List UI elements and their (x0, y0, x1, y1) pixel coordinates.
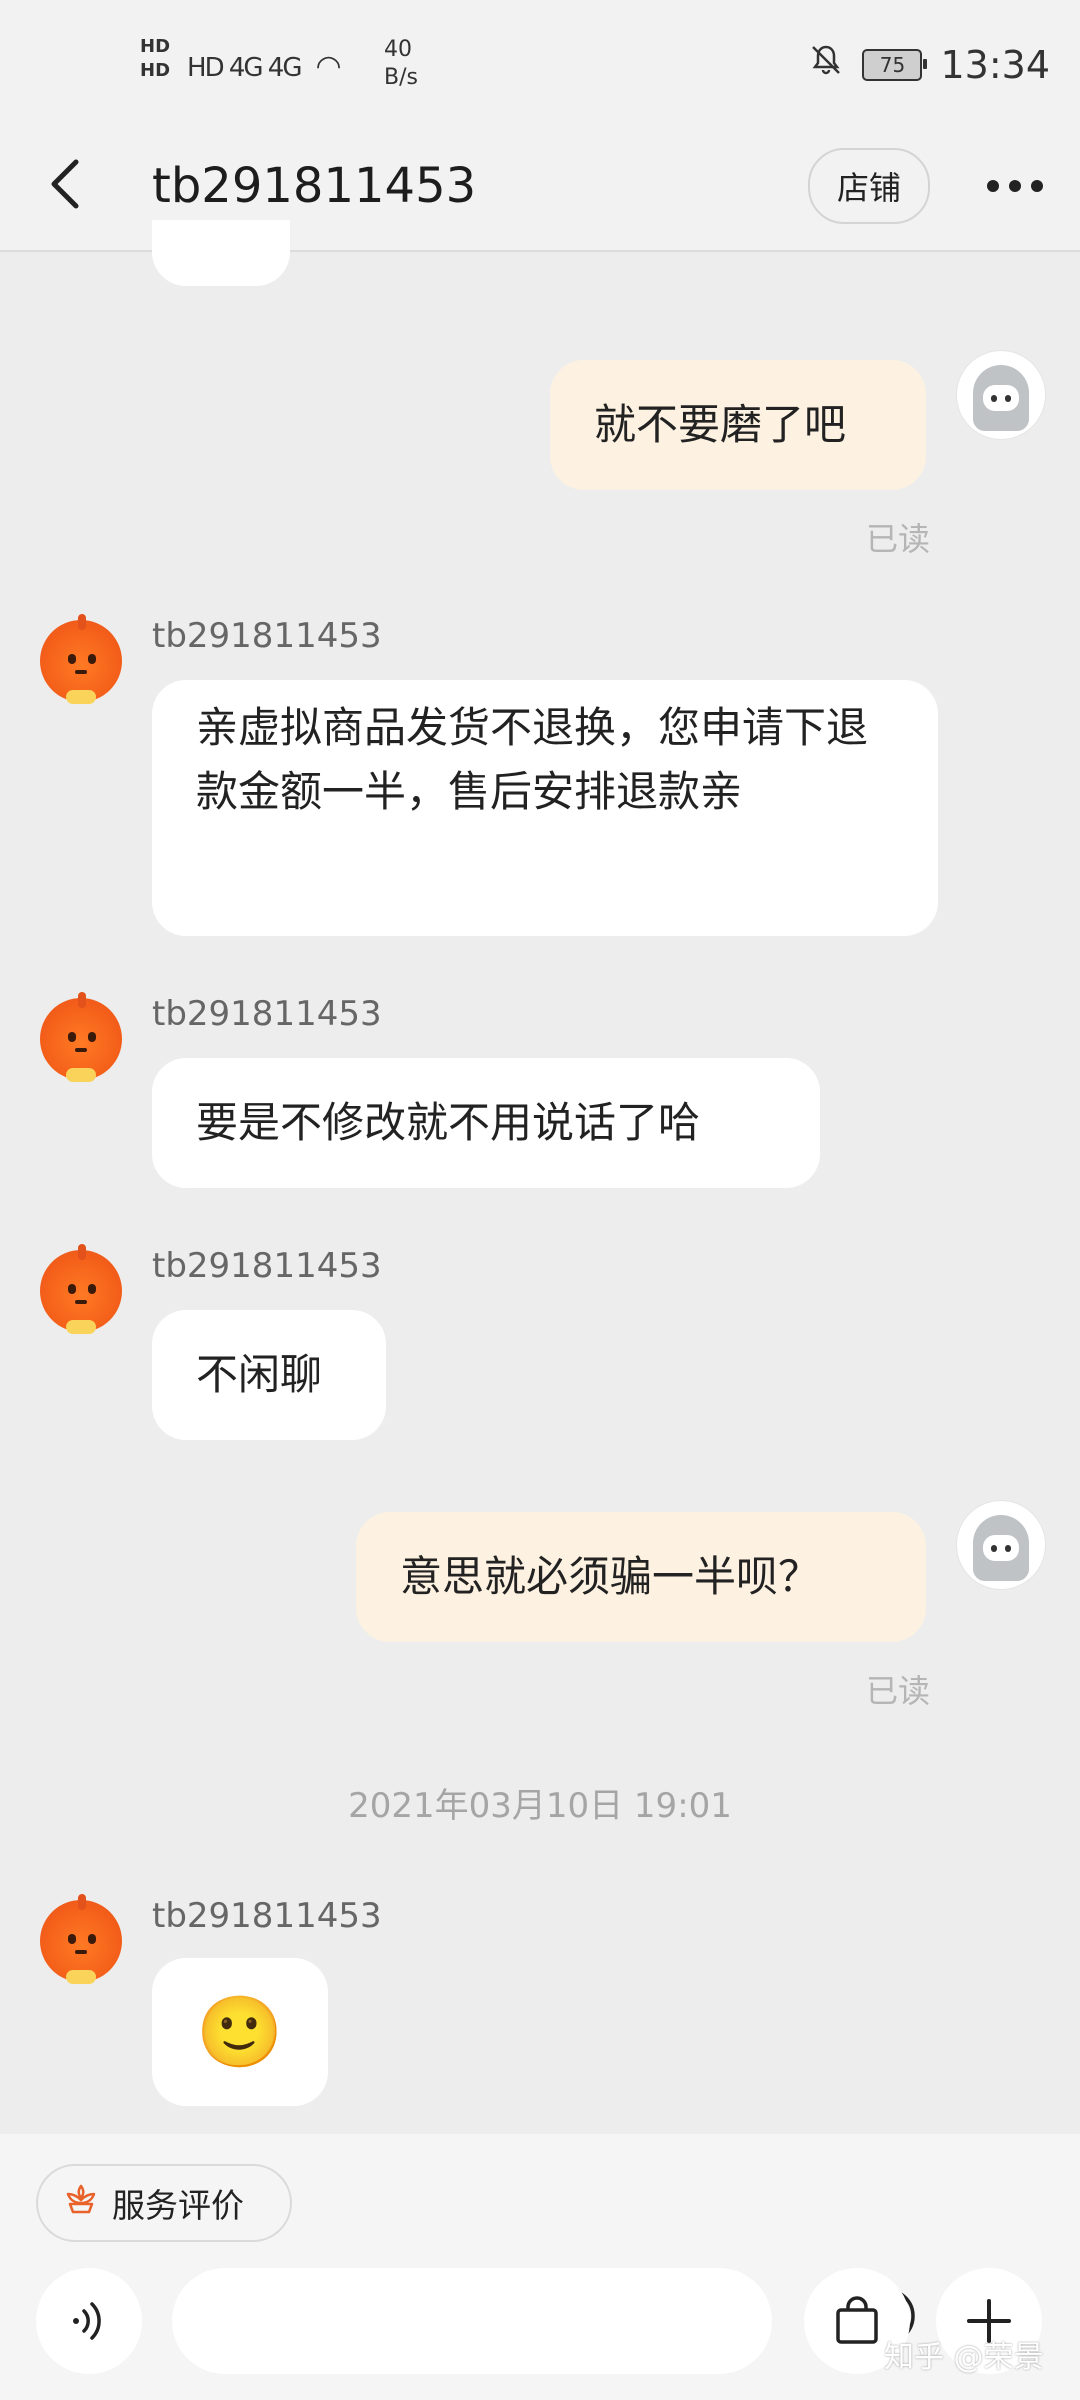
flower-icon (62, 2180, 100, 2227)
user-avatar[interactable] (956, 1500, 1046, 1590)
message-text: 亲虚拟商品发货不退换，您申请下退款金额一半，售后安排退款亲 (196, 703, 869, 816)
message-bubble-shop[interactable]: 亲虚拟商品发货不退换，您申请下退款金额一半，售后安排退款亲 (152, 680, 938, 936)
message-bubble-self[interactable]: 意思就必须骗一半呗？ (356, 1512, 926, 1642)
status-bar: HD HD HD 4G 4G ◠ 40 B/s 75 13:34 (0, 0, 1080, 130)
chevron-left-icon[interactable] (46, 154, 106, 224)
message-bubble-shop[interactable]: 要是不修改就不用说话了哈 (152, 1058, 820, 1188)
shop-avatar[interactable] (40, 614, 122, 704)
speed-value: 40 (384, 37, 412, 62)
network-indicators: HD HD HD 4G 4G ◠ (140, 35, 342, 84)
network-speed: 40 B/s (384, 36, 418, 92)
watermark: 知乎 @荣景 (884, 2340, 1044, 2375)
shop-button[interactable]: 店铺 (808, 148, 930, 224)
status-right: 75 13:34 (808, 42, 1050, 87)
message-input[interactable] (172, 2268, 915, 2374)
service-rating-button[interactable]: 服务评价 (36, 2164, 292, 2242)
battery-icon: 75 (862, 48, 928, 81)
shop-avatar[interactable] (40, 992, 122, 1082)
page-title: tb291811453 (152, 158, 477, 214)
sender-name: tb291811453 (152, 994, 382, 1034)
speed-unit: B/s (384, 65, 418, 90)
read-status: 已读 (865, 1672, 930, 1710)
clock: 13:34 (940, 42, 1050, 87)
voice-icon[interactable] (36, 2268, 142, 2374)
service-rating-label: 服务评价 (112, 2186, 244, 2225)
message-bubble-shop[interactable]: 🙂 (152, 1958, 328, 2106)
shop-avatar[interactable] (40, 1244, 122, 1334)
sender-name: tb291811453 (152, 1896, 382, 1936)
message-text: 就不要磨了吧 (594, 400, 847, 449)
read-status: 已读 (865, 520, 930, 558)
message-text: 要是不修改就不用说话了哈 (196, 1098, 701, 1147)
emoji-smile: 🙂 (196, 1991, 284, 2073)
user-avatar[interactable] (956, 350, 1046, 440)
message-text: 意思就必须骗一半呗？ (400, 1552, 821, 1601)
message-text: 不闲聊 (196, 1350, 323, 1399)
battery-level: 75 (879, 52, 906, 77)
bell-off-icon (808, 42, 844, 87)
sender-name: tb291811453 (152, 1246, 382, 1286)
timestamp: 2021年03月10日 19:01 (348, 1786, 732, 1826)
message-bubble-self[interactable]: 就不要磨了吧 (550, 360, 926, 490)
signal-icon: HD 4G 4G (187, 53, 302, 83)
wifi-icon: ◠ (315, 49, 342, 84)
message-bubble-shop[interactable]: 不闲聊 (152, 1310, 386, 1440)
sender-name: tb291811453 (152, 616, 382, 656)
more-dots-icon[interactable] (980, 150, 1050, 210)
shop-avatar[interactable] (40, 1894, 122, 1984)
message-bubble-partial (152, 220, 290, 286)
hd-icon: HD HD (140, 36, 171, 81)
